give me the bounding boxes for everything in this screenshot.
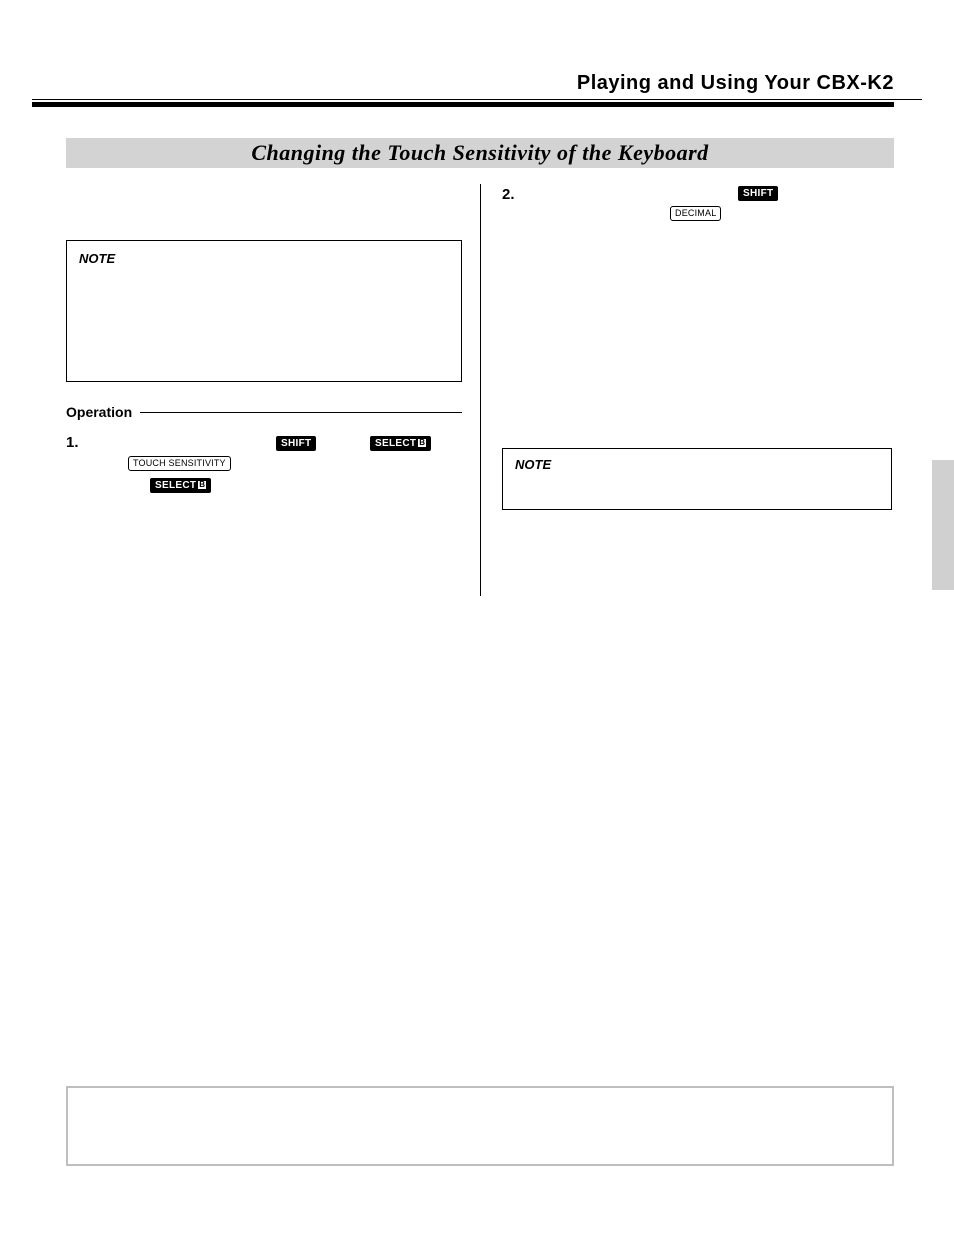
shift-key-icon-r: SHIFT [738,186,778,201]
section-title-bar: Changing the Touch Sensitivity of the Ke… [66,138,894,168]
select-b-text: SELECT [375,438,416,449]
header-heavy-rule [32,102,894,107]
select-b-key-icon-2: SELECTB [150,478,211,493]
running-header: Playing and Using Your CBX-K2 [577,72,894,95]
select-b-box-2: B [198,481,206,489]
right-column: 2. SHIFT DECIMAL NOTE [502,180,892,510]
note-box-left: NOTE [66,240,462,382]
select-b-key-icon: SELECTB [370,436,431,451]
operation-rule [140,412,462,413]
section-title: Changing the Touch Sensitivity of the Ke… [251,140,708,166]
step-1-number: 1. [66,434,79,451]
select-b-text-2: SELECT [155,480,196,491]
shift-key-icon: SHIFT [276,436,316,451]
note-box-right: NOTE [502,448,892,510]
note-label: NOTE [79,251,449,266]
operation-label: Operation [66,404,132,420]
bottom-empty-box [66,1086,894,1166]
column-divider [480,184,481,596]
operation-heading-row: Operation [66,404,462,420]
step-2: 2. SHIFT DECIMAL [502,180,892,230]
step-2-number: 2. [502,186,515,203]
decimal-key-icon: DECIMAL [670,206,721,221]
select-b-box: B [418,439,426,447]
top-thin-rule [32,99,922,100]
left-column: NOTE Operation 1. SHIFT SELECTB TOUCH SE… [66,180,462,498]
step-1: 1. SHIFT SELECTB TOUCH SENSITIVITY SELEC… [66,434,462,498]
note-label-right: NOTE [515,457,879,472]
touch-sensitivity-key-icon: TOUCH SENSITIVITY [128,456,231,471]
side-tab [932,460,954,590]
